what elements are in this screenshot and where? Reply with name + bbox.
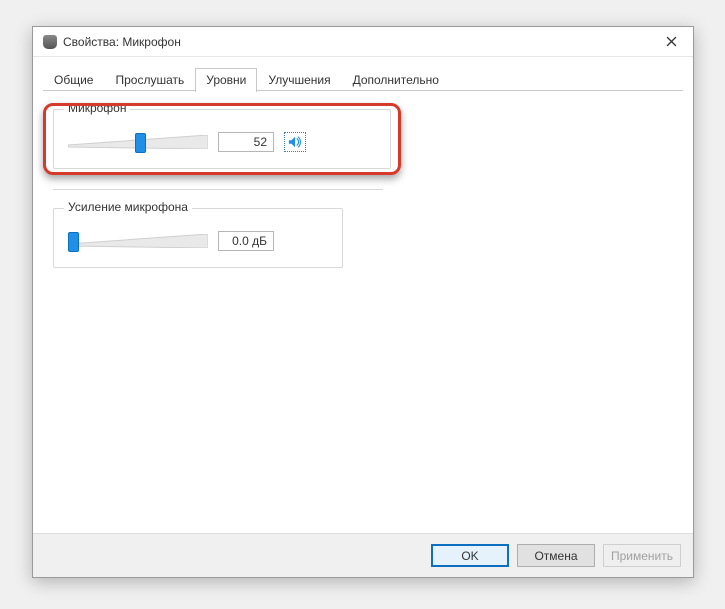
- titlebar: Свойства: Микрофон: [33, 27, 693, 57]
- slider-track-icon: [68, 234, 208, 248]
- boost-value[interactable]: 0.0 дБ: [218, 231, 274, 251]
- window-title: Свойства: Микрофон: [63, 35, 181, 49]
- tab-enhancements[interactable]: Улучшения: [257, 68, 341, 92]
- tab-content: Микрофон 52: [33, 91, 693, 533]
- microphone-icon: [43, 35, 57, 49]
- close-button[interactable]: [649, 27, 693, 57]
- microphone-value[interactable]: 52: [218, 132, 274, 152]
- boost-slider[interactable]: [68, 231, 208, 251]
- microphone-slider[interactable]: [68, 132, 208, 152]
- ok-button[interactable]: OK: [431, 544, 509, 567]
- slider-thumb[interactable]: [135, 133, 146, 153]
- cancel-button[interactable]: Отмена: [517, 544, 595, 567]
- apply-button[interactable]: Применить: [603, 544, 681, 567]
- boost-row: 0.0 дБ: [68, 231, 328, 251]
- close-icon: [666, 36, 677, 47]
- tab-advanced[interactable]: Дополнительно: [342, 68, 450, 92]
- tab-levels[interactable]: Уровни: [195, 68, 257, 92]
- mute-button[interactable]: [284, 132, 306, 152]
- boost-label: Усиление микрофона: [64, 200, 192, 214]
- dialog-footer: OK Отмена Применить: [33, 533, 693, 577]
- tab-general[interactable]: Общие: [43, 68, 104, 92]
- speaker-icon: [288, 135, 302, 149]
- tabs: Общие Прослушать Уровни Улучшения Дополн…: [33, 67, 693, 91]
- properties-window: Свойства: Микрофон Общие Прослушать Уров…: [32, 26, 694, 578]
- microphone-row: 52: [68, 132, 376, 152]
- boost-group: Усиление микрофона 0.0 дБ: [53, 208, 343, 268]
- divider: [53, 189, 383, 190]
- microphone-label: Микрофон: [64, 101, 130, 115]
- slider-thumb[interactable]: [68, 232, 79, 252]
- microphone-group: Микрофон 52: [53, 109, 391, 169]
- tab-listen[interactable]: Прослушать: [104, 68, 195, 92]
